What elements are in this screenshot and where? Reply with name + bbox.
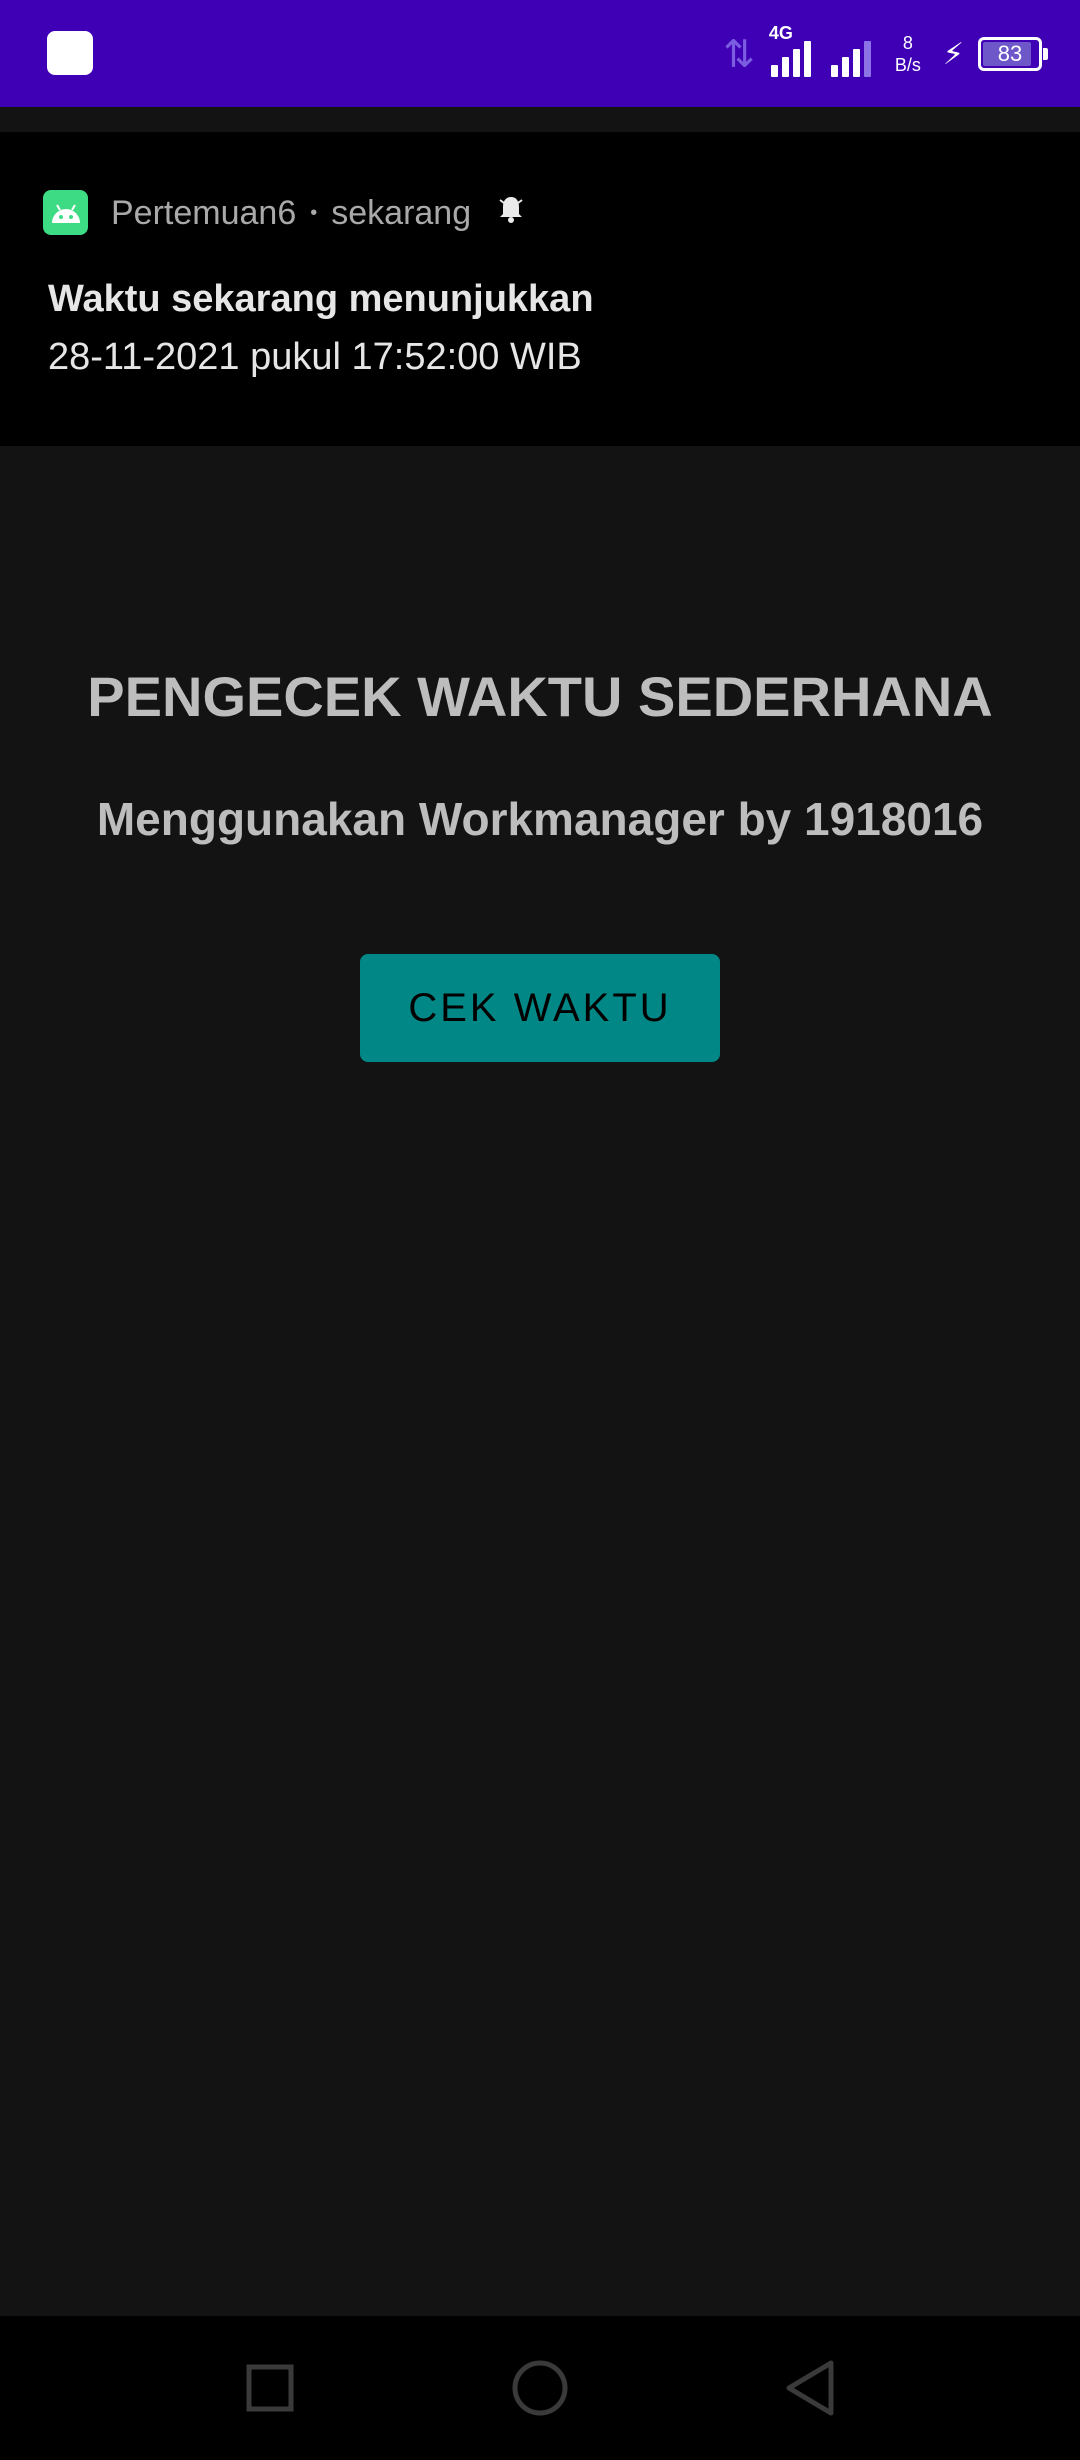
network-speed-unit: B/s — [894, 55, 921, 75]
data-activity-icon: ⇅ — [723, 33, 755, 76]
page-title: PENGECEK WAKTU SEDERHANA — [87, 665, 993, 728]
status-bar: ⇅ 4G 8 B/s ⚡ 83 — [0, 0, 1080, 107]
navigation-bar — [0, 2316, 1080, 2460]
notification-text: 28-11-2021 pukul 17:52:00 WIB — [48, 336, 582, 378]
network-speed-value: 8 — [902, 33, 913, 53]
network-type-label: 4G — [768, 23, 793, 43]
notification-separator: • — [310, 201, 318, 224]
home-circle-icon[interactable] — [468, 2316, 612, 2460]
signal-strength-icon: 4G — [767, 23, 813, 77]
android-icon — [43, 190, 88, 235]
battery-level: 83 — [997, 41, 1023, 66]
notification-time: sekarang — [331, 193, 472, 232]
notification-app-name: Pertemuan6 — [111, 193, 297, 232]
back-triangle-icon[interactable] — [738, 2316, 882, 2460]
status-icons: ⇅ 4G 8 B/s ⚡ 83 — [723, 23, 1048, 82]
recents-square-icon[interactable] — [198, 2316, 342, 2460]
battery-icon: 83 — [978, 37, 1048, 71]
page-subtitle: Menggunakan Workmanager by 1918016 — [96, 793, 984, 845]
notification-header: Pertemuan6 • sekarang — [111, 190, 525, 236]
notification-card[interactable]: Pertemuan6 • sekarang Waktu sekarang men… — [0, 132, 1080, 446]
app-indicator-icon — [47, 31, 93, 75]
notification-title: Waktu sekarang menunjukkan — [48, 278, 594, 320]
charging-icon: ⚡ — [942, 37, 964, 71]
network-speed: 8 B/s — [895, 32, 921, 76]
signal-strength-icon-2 — [827, 31, 873, 77]
bell-icon — [497, 194, 525, 232]
cek-waktu-button[interactable]: CEK WAKTU — [360, 954, 720, 1062]
